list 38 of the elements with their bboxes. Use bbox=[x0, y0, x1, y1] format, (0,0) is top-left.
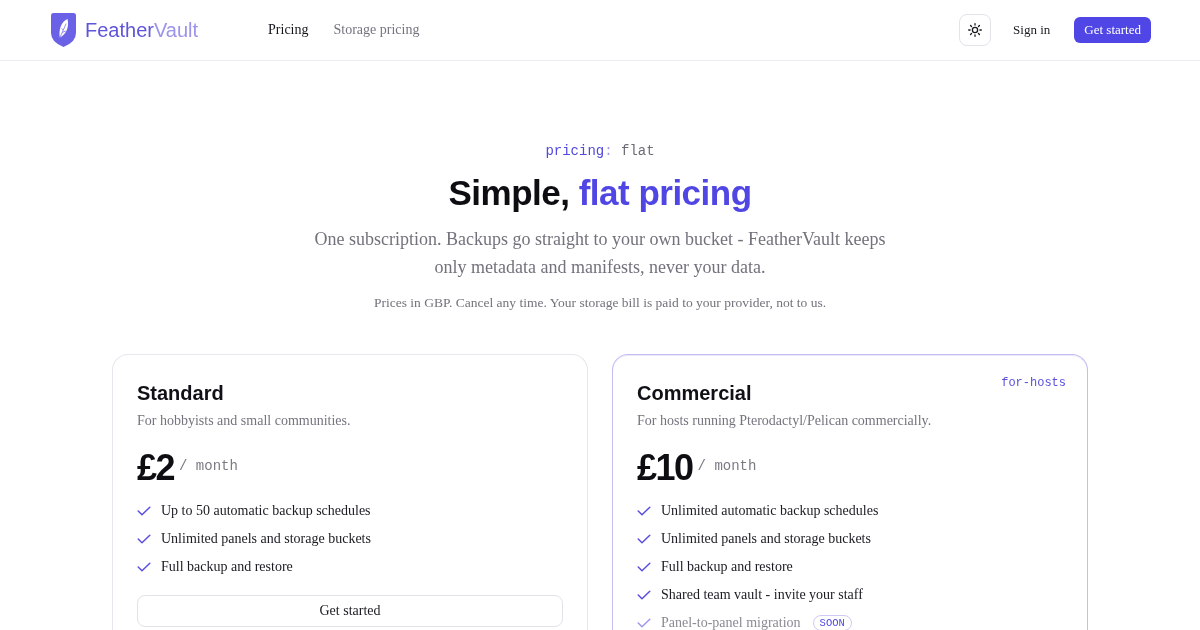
page-title: Simple, flat pricing bbox=[448, 172, 752, 214]
sun-icon bbox=[968, 23, 983, 37]
feature-text: Full backup and restore bbox=[661, 559, 793, 575]
check-icon bbox=[137, 506, 151, 516]
plan-description: For hosts running Pterodactyl/Pelican commercially. bbox=[637, 412, 932, 430]
theme-toggle-button[interactable] bbox=[959, 14, 992, 46]
check-icon bbox=[637, 590, 651, 600]
check-icon bbox=[637, 534, 651, 544]
plan-name: Standard bbox=[137, 381, 224, 406]
billing-period: / month bbox=[179, 457, 238, 476]
plan-price: £10 bbox=[637, 446, 693, 490]
get-started-button[interactable]: Get started bbox=[137, 595, 563, 627]
shield-feather-logo-icon bbox=[50, 12, 77, 48]
feature-text: Unlimited panels and storage buckets bbox=[161, 531, 371, 547]
check-icon bbox=[637, 506, 651, 516]
feature-text: Unlimited panels and storage buckets bbox=[661, 531, 871, 547]
feature-text: Unlimited automatic backup schedules bbox=[661, 503, 879, 519]
audience-label: for-hosts bbox=[1001, 375, 1066, 391]
check-icon bbox=[137, 562, 151, 572]
sign-in-link[interactable]: Sign in bbox=[1013, 20, 1051, 40]
nav-link[interactable]: Storage pricing bbox=[333, 20, 420, 40]
feature-text: Panel-to-panel migration bbox=[661, 615, 801, 630]
pricing-note: Prices in GBP. Cancel any time. Your storage bill is paid to your provider, not to us. bbox=[373, 294, 826, 312]
eyebrow-label: pricing: flat bbox=[545, 142, 655, 161]
plan-price: £2 bbox=[137, 446, 175, 490]
feature-text: Full backup and restore bbox=[161, 559, 293, 575]
plan-description: For hobbyists and small communities. bbox=[137, 412, 351, 430]
feature-text: Up to 50 automatic backup schedules bbox=[161, 503, 371, 519]
plan-name: Commercial bbox=[637, 381, 752, 406]
brand-link[interactable]: FeatherVault bbox=[50, 12, 199, 48]
get-started-button[interactable]: Get started bbox=[1074, 17, 1151, 43]
billing-period: / month bbox=[697, 457, 757, 476]
nav-link[interactable]: Pricing bbox=[268, 20, 309, 40]
check-icon bbox=[637, 562, 651, 572]
check-icon bbox=[637, 618, 651, 628]
subtitle-text: One subscription. Backups go straight to your own bucket - FeatherVault keeps only metadata and manifests, never your data. bbox=[313, 228, 887, 279]
check-icon bbox=[137, 534, 151, 544]
feature-text: Shared team vault - invite your staff bbox=[661, 587, 863, 603]
